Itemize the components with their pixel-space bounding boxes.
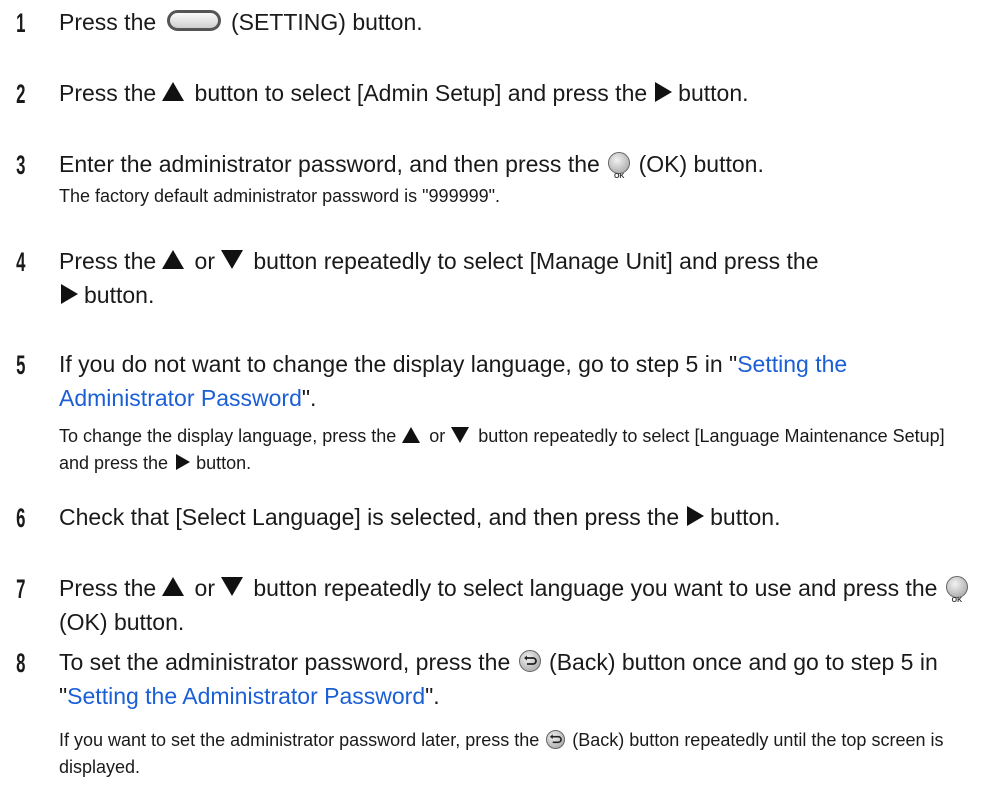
right-arrow-icon bbox=[176, 454, 191, 471]
back-button-icon bbox=[518, 649, 541, 672]
step-instruction: Press the button to select [Admin Setup]… bbox=[59, 80, 749, 106]
step-number: 2 bbox=[16, 79, 26, 109]
step-instruction: Press the or button repeatedly to select… bbox=[59, 571, 979, 639]
setting-admin-password-link[interactable]: Setting the Administrator Password bbox=[67, 683, 425, 709]
step-number: 5 bbox=[16, 350, 26, 380]
ok-button-icon: OK bbox=[945, 575, 968, 604]
up-arrow-icon bbox=[162, 250, 185, 270]
step-instruction: To set the administrator password, press… bbox=[59, 649, 938, 709]
setting-button-icon bbox=[166, 10, 221, 32]
step-number: 4 bbox=[16, 247, 26, 277]
step-instruction: If you do not want to change the display… bbox=[59, 351, 848, 411]
step-note: The factory default administrator passwo… bbox=[59, 186, 500, 206]
step-number: 8 bbox=[16, 648, 26, 678]
up-arrow-icon bbox=[402, 427, 421, 444]
ok-button-icon: OK bbox=[608, 151, 631, 180]
right-arrow-icon bbox=[61, 283, 78, 304]
back-button-icon bbox=[546, 729, 566, 749]
step-instruction: Check that [Select Language] is selected… bbox=[59, 504, 781, 530]
step-instruction: Enter the administrator password, and th… bbox=[59, 151, 764, 180]
step-instruction: Press the (SETTING) button. bbox=[59, 9, 423, 35]
step-note: If you want to set the administrator pas… bbox=[59, 729, 944, 777]
down-arrow-icon bbox=[451, 427, 470, 444]
step-instruction: Press the or button repeatedly to select… bbox=[59, 248, 819, 308]
step-number: 6 bbox=[16, 503, 26, 533]
down-arrow-icon bbox=[221, 250, 243, 270]
right-arrow-icon bbox=[655, 81, 673, 102]
step-note: To change the display language, press th… bbox=[59, 426, 945, 473]
step-number: 1 bbox=[16, 8, 26, 38]
step-number: 7 bbox=[16, 574, 26, 604]
down-arrow-icon bbox=[221, 577, 243, 597]
step-number: 3 bbox=[16, 150, 26, 180]
right-arrow-icon bbox=[687, 505, 705, 526]
up-arrow-icon bbox=[162, 82, 185, 102]
up-arrow-icon bbox=[162, 577, 185, 597]
